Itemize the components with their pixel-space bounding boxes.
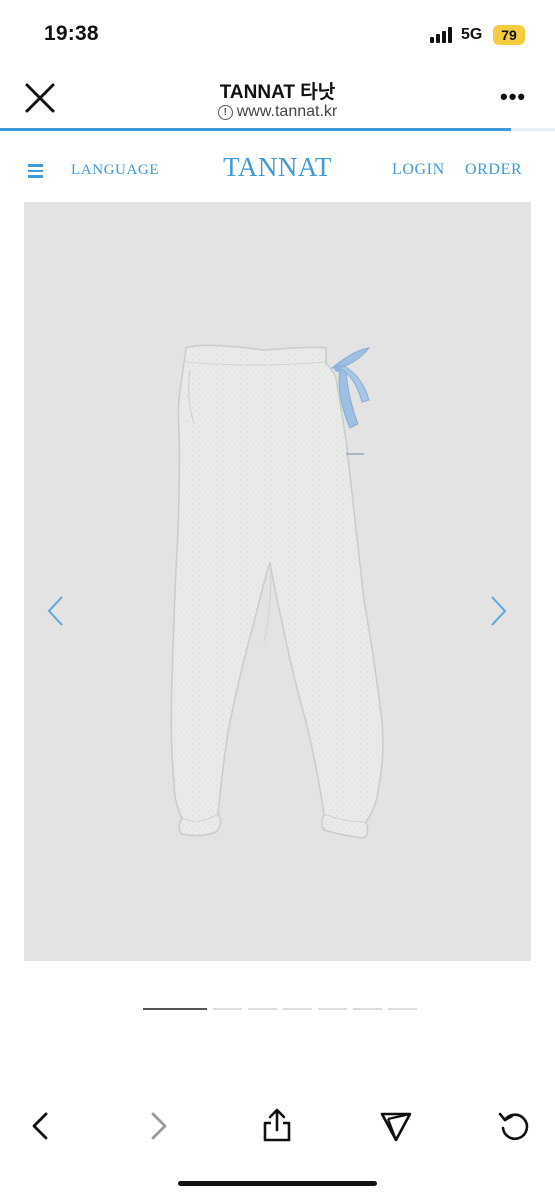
network-type: 5G bbox=[461, 26, 483, 43]
signal-icon bbox=[430, 27, 454, 43]
share-icon[interactable] bbox=[257, 1106, 297, 1146]
more-icon[interactable]: ••• bbox=[500, 84, 526, 110]
pagination-dot[interactable] bbox=[248, 1008, 277, 1010]
send-icon[interactable] bbox=[376, 1106, 416, 1146]
status-time: 19:38 bbox=[44, 22, 99, 45]
pagination-dot[interactable] bbox=[353, 1008, 382, 1010]
home-indicator bbox=[178, 1181, 377, 1186]
url-display[interactable]: ! www.tannat.kr bbox=[0, 103, 555, 121]
battery-level: 79 bbox=[493, 25, 525, 45]
pagination-dot[interactable] bbox=[213, 1008, 242, 1010]
login-link[interactable]: LOGIN bbox=[392, 161, 445, 179]
pagination-dot[interactable] bbox=[143, 1008, 207, 1010]
pagination-dot[interactable] bbox=[318, 1008, 347, 1010]
load-progress-bar bbox=[0, 128, 511, 131]
chevron-right-icon[interactable] bbox=[486, 594, 510, 628]
chevron-left-icon[interactable] bbox=[44, 594, 68, 628]
pagination-dot[interactable] bbox=[388, 1008, 417, 1010]
order-link[interactable]: ORDER bbox=[465, 161, 522, 179]
info-icon: ! bbox=[217, 105, 233, 120]
url-text: www.tannat.kr bbox=[236, 103, 338, 120]
page-title: TANNAT 타낫 bbox=[219, 82, 336, 103]
forward-icon[interactable] bbox=[139, 1106, 179, 1146]
pagination-dot[interactable] bbox=[283, 1008, 312, 1010]
product-image[interactable] bbox=[24, 202, 531, 961]
reload-icon[interactable] bbox=[495, 1106, 535, 1146]
back-icon[interactable] bbox=[20, 1106, 60, 1146]
